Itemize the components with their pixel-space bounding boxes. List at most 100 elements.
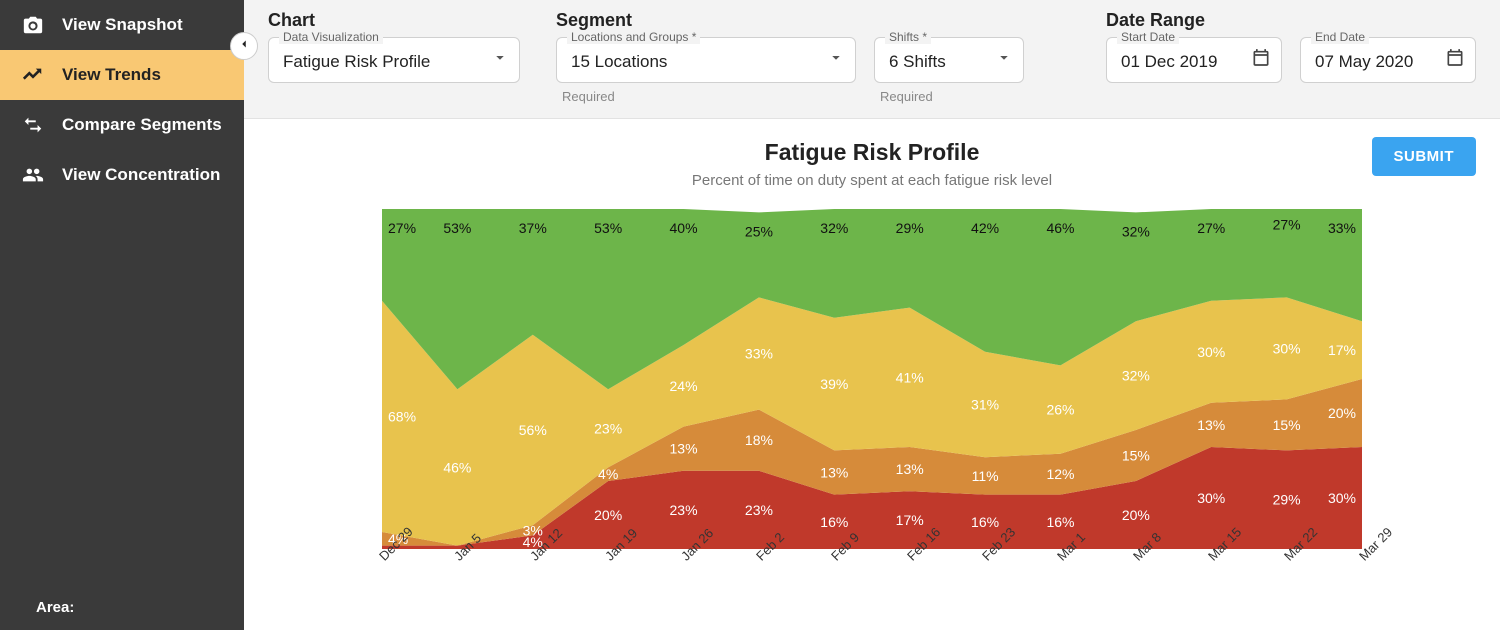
field-value: 15 Locations [571, 52, 667, 72]
sidebar-item-label: View Trends [62, 65, 161, 85]
submit-button[interactable]: SUBMIT [1372, 137, 1477, 176]
filter-bar: Chart Data Visualization Fatigue Risk Pr… [244, 0, 1500, 119]
camera-icon [22, 14, 44, 36]
data-label: 32% [1122, 223, 1150, 239]
data-label: 41% [896, 369, 924, 385]
field-label: Start Date [1117, 30, 1179, 44]
sidebar-item-compare-segments[interactable]: Compare Segments [0, 100, 244, 150]
data-label: 13% [896, 461, 924, 477]
data-label: 27% [388, 220, 416, 236]
sidebar-item-label: Compare Segments [62, 115, 222, 135]
data-label: 31% [971, 397, 999, 413]
chart-title: Fatigue Risk Profile [268, 139, 1476, 166]
filter-group-date-range: Date Range Start Date 01 Dec 2019 End Da… [1106, 10, 1476, 83]
data-label: 56% [519, 422, 547, 438]
start-date-field[interactable]: Start Date 01 Dec 2019 [1106, 37, 1282, 83]
data-label: 24% [670, 378, 698, 394]
field-label: Locations and Groups * [567, 30, 700, 44]
field-label: Data Visualization [279, 30, 383, 44]
data-label: 30% [1273, 340, 1301, 356]
data-label: 40% [670, 220, 698, 236]
field-value: 6 Shifts [889, 52, 946, 72]
locations-select[interactable]: Locations and Groups * 15 Locations [556, 37, 856, 83]
sidebar-item-view-concentration[interactable]: View Concentration [0, 150, 244, 200]
data-label: 15% [1122, 448, 1150, 464]
data-label: 20% [594, 507, 622, 523]
field-value: 01 Dec 2019 [1121, 52, 1217, 72]
data-label: 46% [443, 459, 471, 475]
sidebar-item-label: View Concentration [62, 165, 220, 185]
chart-header: Fatigue Risk Profile Percent of time on … [268, 139, 1476, 189]
data-label: 20% [1122, 507, 1150, 523]
field-helper: Required [880, 89, 1024, 104]
data-label: 11% [972, 468, 999, 484]
data-visualization-select[interactable]: Data Visualization Fatigue Risk Profile [268, 37, 520, 83]
collapse-sidebar-button[interactable] [230, 32, 258, 60]
data-label: 13% [1197, 417, 1225, 433]
data-label: 16% [971, 514, 999, 530]
data-label: 37% [519, 220, 547, 236]
data-label: 33% [745, 346, 773, 362]
data-label: 32% [1122, 368, 1150, 384]
shifts-select[interactable]: Shifts * 6 Shifts [874, 37, 1024, 83]
chevron-down-icon [995, 49, 1013, 72]
data-label: 25% [745, 223, 773, 239]
data-label: 26% [1046, 402, 1074, 418]
data-label: 42% [971, 220, 999, 236]
chevron-left-icon [237, 37, 251, 56]
field-value: Fatigue Risk Profile [283, 52, 430, 72]
end-date-field[interactable]: End Date 07 May 2020 [1300, 37, 1476, 83]
data-label: 27% [1197, 220, 1225, 236]
data-label: 33% [1328, 220, 1356, 236]
data-label: 3% [523, 522, 543, 538]
data-label: 29% [1273, 492, 1301, 508]
data-label: 23% [594, 420, 622, 436]
data-label: 12% [1046, 466, 1074, 482]
data-label: 23% [745, 502, 773, 518]
people-icon [22, 164, 44, 186]
data-label: 15% [1273, 417, 1301, 433]
data-label: 68% [388, 408, 416, 424]
stacked-area-chart: 4%20%23%23%16%17%16%16%20%30%29%30%4%3%4… [382, 209, 1362, 549]
filter-group-segment: Segment Locations and Groups * 15 Locati… [556, 10, 1024, 104]
chart-subtitle: Percent of time on duty spent at each fa… [268, 172, 1476, 189]
section-label-segment: Segment [556, 10, 1024, 31]
field-value: 07 May 2020 [1315, 52, 1413, 72]
field-label: End Date [1311, 30, 1369, 44]
chevron-down-icon [827, 49, 845, 72]
data-label: 46% [1046, 220, 1074, 236]
data-label: 4% [598, 466, 618, 482]
sidebar: View Snapshot View Trends Compare Segmen… [0, 0, 244, 630]
data-label: 23% [670, 502, 698, 518]
filter-group-chart: Chart Data Visualization Fatigue Risk Pr… [268, 10, 520, 83]
data-label: 18% [745, 432, 773, 448]
main: Chart Data Visualization Fatigue Risk Pr… [244, 0, 1500, 630]
data-label: 39% [820, 376, 848, 392]
chevron-down-icon [491, 49, 509, 72]
sidebar-footer: Area: [0, 585, 244, 630]
chart-area: 4%20%23%23%16%17%16%16%20%30%29%30%4%3%4… [382, 209, 1362, 599]
sidebar-item-view-trends[interactable]: View Trends [0, 50, 244, 100]
data-label: 29% [896, 220, 924, 236]
sidebar-item-view-snapshot[interactable]: View Snapshot [0, 0, 244, 50]
data-label: 16% [1046, 514, 1074, 530]
data-label: 30% [1197, 490, 1225, 506]
section-label-chart: Chart [268, 10, 520, 31]
chart-panel: SUBMIT Fatigue Risk Profile Percent of t… [244, 119, 1500, 630]
data-label: 17% [1328, 342, 1356, 358]
sidebar-area-label: Area: [36, 599, 74, 616]
data-label: 30% [1328, 490, 1356, 506]
calendar-icon [1445, 48, 1465, 73]
data-label: 53% [443, 220, 471, 236]
trendline-icon [22, 64, 44, 86]
data-label: 27% [1273, 217, 1301, 233]
data-label: 16% [820, 514, 848, 530]
data-label: 30% [1197, 344, 1225, 360]
data-label: 53% [594, 220, 622, 236]
data-label: 20% [1328, 405, 1356, 421]
compare-icon [22, 114, 44, 136]
data-label: 17% [896, 512, 924, 528]
section-label-date-range: Date Range [1106, 10, 1476, 31]
sidebar-item-label: View Snapshot [62, 15, 183, 35]
field-helper: Required [562, 89, 856, 104]
